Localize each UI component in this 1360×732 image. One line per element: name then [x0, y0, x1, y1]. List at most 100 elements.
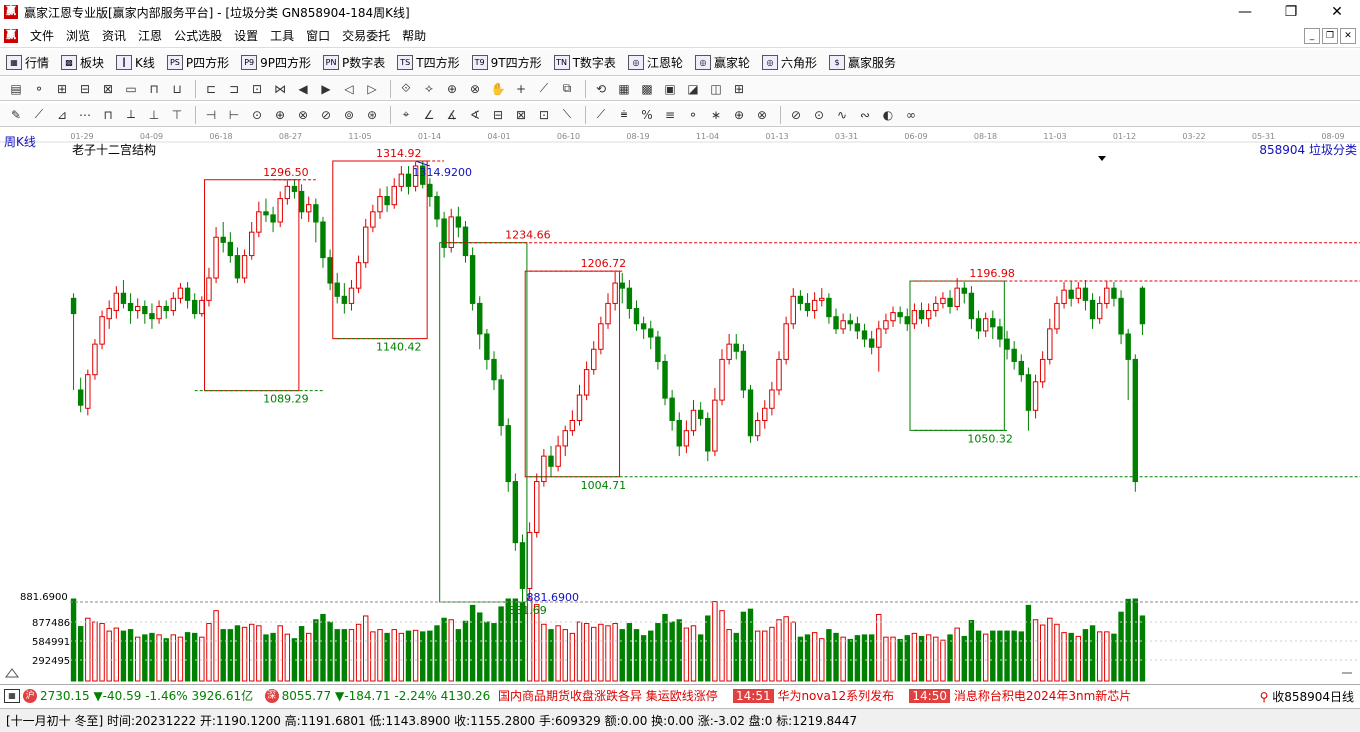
tool2-26-icon[interactable]: % — [637, 106, 657, 124]
menu-help[interactable]: 帮助 — [396, 27, 432, 44]
tool2-0-icon[interactable]: ✎ — [6, 106, 26, 124]
tool2-20-icon[interactable]: ⊟ — [488, 106, 508, 124]
tool1-24-icon[interactable]: ⟲ — [591, 80, 611, 98]
tool1-10-icon[interactable]: ⊡ — [247, 80, 267, 98]
tool1-21-icon[interactable]: + — [511, 80, 531, 98]
tool2-7-icon[interactable]: ⊤ — [167, 106, 187, 124]
tool2-32-icon[interactable]: ⊘ — [786, 106, 806, 124]
mdi-minimize-button[interactable]: _ — [1304, 28, 1320, 44]
tool2-28-icon[interactable]: ⚬ — [683, 106, 703, 124]
nav-gann-wheel[interactable]: ◎ 江恩轮 — [622, 54, 689, 71]
candlestick-chart[interactable]: 01-29 04-09 06-18 08-27 11-05 01-14 04-01 06-10… — [0, 129, 1360, 682]
tool2-23-icon[interactable]: ⟍ — [557, 106, 577, 124]
chart-area[interactable]: 01-29 04-09 06-18 08-27 11-05 01-14 04-01 06-10… — [0, 129, 1360, 682]
tool2-21-icon[interactable]: ⊠ — [511, 106, 531, 124]
tool2-9-icon[interactable]: ⊢ — [224, 106, 244, 124]
tool2-35-icon[interactable]: ∾ — [855, 106, 875, 124]
tool2-10-icon[interactable]: ⊙ — [247, 106, 267, 124]
tool1-12-icon[interactable]: ◀ — [293, 80, 313, 98]
nav-9t-square[interactable]: T9 9T四方形 — [466, 54, 548, 71]
tool2-30-icon[interactable]: ⊕ — [729, 106, 749, 124]
maximize-button[interactable]: ❐ — [1268, 0, 1314, 24]
tool1-3-icon[interactable]: ⊟ — [75, 80, 95, 98]
tool1-4-icon[interactable]: ⊠ — [98, 80, 118, 98]
tool2-31-icon[interactable]: ⊗ — [752, 106, 772, 124]
tool2-3-icon[interactable]: ⋯ — [75, 106, 95, 124]
tool1-14-icon[interactable]: ◁ — [339, 80, 359, 98]
tool1-28-icon[interactable]: ◪ — [683, 80, 703, 98]
menu-info[interactable]: 资讯 — [96, 27, 132, 44]
tool2-18-icon[interactable]: ∡ — [442, 106, 462, 124]
minimize-button[interactable]: — — [1222, 0, 1268, 24]
tool1-9-icon[interactable]: ⊐ — [224, 80, 244, 98]
tool2-36-icon[interactable]: ◐ — [878, 106, 898, 124]
nav-winner-wheel[interactable]: ◎ 赢家轮 — [689, 54, 756, 71]
news-ticker-2[interactable]: 华为nova12系列发布 — [777, 687, 894, 704]
tool1-27-icon[interactable]: ▣ — [660, 80, 680, 98]
tool2-11-icon[interactable]: ⊕ — [270, 106, 290, 124]
tool2-29-icon[interactable]: ∗ — [706, 106, 726, 124]
tool2-6-icon[interactable]: ⊥ — [144, 106, 164, 124]
tool2-24-icon[interactable]: ⟋ — [591, 106, 611, 124]
mdi-close-button[interactable]: ✕ — [1340, 28, 1356, 44]
nav-9p-square[interactable]: P9 9P四方形 — [235, 54, 317, 71]
menu-file[interactable]: 文件 — [24, 27, 60, 44]
tool2-34-icon[interactable]: ∿ — [832, 106, 852, 124]
tool2-2-icon[interactable]: ⊿ — [52, 106, 72, 124]
tool2-16-icon[interactable]: ⌖ — [396, 106, 416, 124]
tool1-8-icon[interactable]: ⊏ — [201, 80, 221, 98]
tool2-15-icon[interactable]: ⊛ — [362, 106, 382, 124]
close-button[interactable]: ✕ — [1314, 0, 1360, 24]
menu-trade[interactable]: 交易委托 — [336, 27, 396, 44]
tool1-22-icon[interactable]: ⟋ — [534, 80, 554, 98]
tool1-29-icon[interactable]: ◫ — [706, 80, 726, 98]
tool2-25-icon[interactable]: ⩧ — [614, 106, 634, 124]
tool1-0-icon[interactable]: ▤ — [6, 80, 26, 98]
menu-gann[interactable]: 江恩 — [132, 27, 168, 44]
nav-p-table[interactable]: PN P数字表 — [317, 54, 391, 71]
nav-quotes[interactable]: ▦ 行情 — [0, 54, 55, 71]
status-right[interactable]: ⚲ 收858904日线 — [1255, 688, 1354, 705]
tool2-19-icon[interactable]: ∢ — [465, 106, 485, 124]
tool2-14-icon[interactable]: ⊚ — [339, 106, 359, 124]
mdi-restore-button[interactable]: ❐ — [1322, 28, 1338, 44]
tool2-4-icon[interactable]: ⊓ — [98, 106, 118, 124]
menu-tools[interactable]: 工具 — [264, 27, 300, 44]
tool1-30-icon[interactable]: ⊞ — [729, 80, 749, 98]
tool1-16-icon[interactable]: ⟐ — [396, 80, 416, 98]
nav-p-square[interactable]: PS P四方形 — [161, 54, 235, 71]
tool1-18-icon[interactable]: ⊕ — [442, 80, 462, 98]
tool1-1-icon[interactable]: ⚬ — [29, 80, 49, 98]
menu-settings[interactable]: 设置 — [228, 27, 264, 44]
tool1-11-icon[interactable]: ⋈ — [270, 80, 290, 98]
nav-t-table[interactable]: TN T数字表 — [548, 54, 622, 71]
tool2-5-icon[interactable]: ⟂ — [121, 106, 141, 124]
tool1-2-icon[interactable]: ⊞ — [52, 80, 72, 98]
tool2-33-icon[interactable]: ⊙ — [809, 106, 829, 124]
news-ticker-3[interactable]: 消息称台积电2024年3nm新芯片 — [954, 687, 1131, 704]
tool2-22-icon[interactable]: ⊡ — [534, 106, 554, 124]
nav-t-square[interactable]: TS T四方形 — [391, 54, 465, 71]
tool2-8-icon[interactable]: ⊣ — [201, 106, 221, 124]
tool1-20-icon[interactable]: ✋ — [488, 80, 508, 98]
nav-hexagon[interactable]: ◎ 六角形 — [756, 54, 823, 71]
nav-service[interactable]: $ 赢家服务 — [823, 54, 902, 71]
tool2-12-icon[interactable]: ⊗ — [293, 106, 313, 124]
menu-browse[interactable]: 浏览 — [60, 27, 96, 44]
grid-icon[interactable]: ▦ — [4, 688, 20, 703]
tool1-13-icon[interactable]: ▶ — [316, 80, 336, 98]
tool1-19-icon[interactable]: ⊗ — [465, 80, 485, 98]
tool1-23-icon[interactable]: ⧉ — [557, 80, 577, 98]
tool1-6-icon[interactable]: ⊓ — [144, 80, 164, 98]
tool1-7-icon[interactable]: ⊔ — [167, 80, 187, 98]
tool2-27-icon[interactable]: ≡ — [660, 106, 680, 124]
tool1-5-icon[interactable]: ▭ — [121, 80, 141, 98]
nav-kline[interactable]: ┃ K线 — [110, 54, 161, 71]
news-ticker-1[interactable]: 国内商品期货收盘涨跌各异 集运欧线涨停 — [498, 687, 718, 704]
nav-sectors[interactable]: ▩ 板块 — [55, 54, 110, 71]
menu-formula[interactable]: 公式选股 — [168, 27, 228, 44]
tool1-25-icon[interactable]: ▦ — [614, 80, 634, 98]
tool2-37-icon[interactable]: ∞ — [901, 106, 921, 124]
tool2-13-icon[interactable]: ⊘ — [316, 106, 336, 124]
tool2-1-icon[interactable]: ⟋ — [29, 106, 49, 124]
